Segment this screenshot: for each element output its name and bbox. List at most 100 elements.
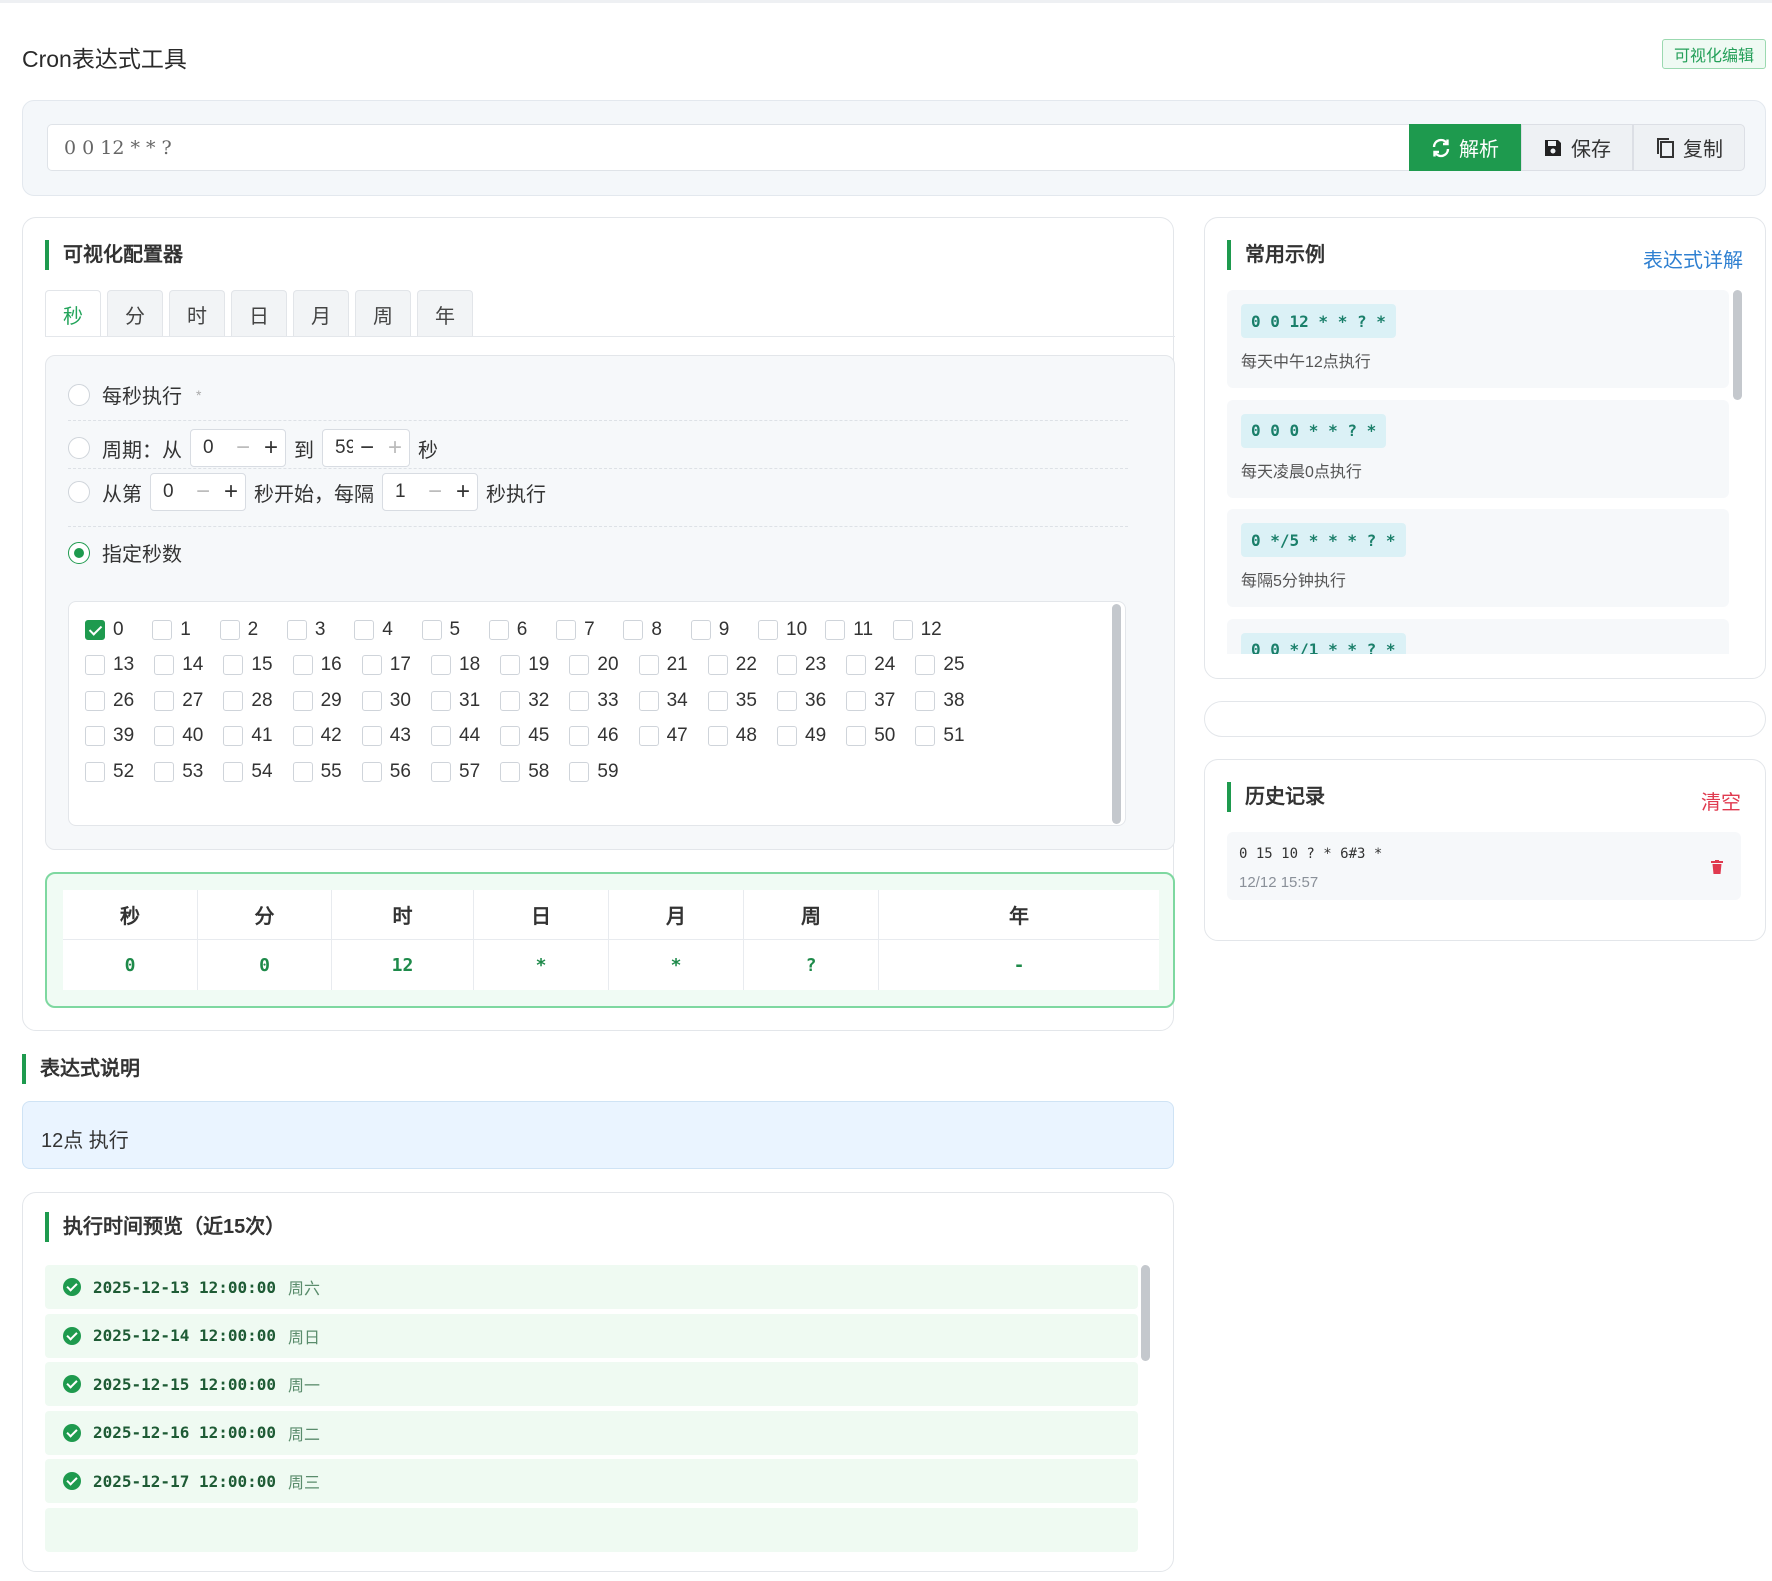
parse-button[interactable]: 解析 <box>1409 124 1521 171</box>
radio-step[interactable] <box>68 481 90 503</box>
checkbox-box[interactable] <box>846 726 867 746</box>
checkbox-box[interactable] <box>85 691 105 711</box>
second-checkbox[interactable]: 40 <box>154 725 203 747</box>
second-checkbox[interactable]: 58 <box>500 761 549 783</box>
checkbox-box[interactable] <box>361 655 382 675</box>
tab-5[interactable]: 周 <box>355 290 411 337</box>
increment-icon[interactable]: + <box>449 478 477 506</box>
second-checkbox[interactable]: 48 <box>707 725 757 747</box>
second-checkbox[interactable]: 59 <box>569 761 619 783</box>
checkbox-box[interactable] <box>292 691 313 711</box>
second-checkbox[interactable]: 23 <box>777 654 826 676</box>
checkbox-box[interactable] <box>219 620 240 640</box>
example-item[interactable]: 0 0 0 * * ? * 每天凌晨0点执行 <box>1227 399 1729 498</box>
checkbox-box[interactable] <box>286 620 307 640</box>
second-checkbox[interactable]: 19 <box>500 654 549 676</box>
option-every[interactable]: 每秒执行 * <box>68 380 201 409</box>
checkbox-box[interactable] <box>690 620 711 640</box>
second-checkbox[interactable]: 33 <box>569 690 619 712</box>
checkbox-box[interactable] <box>431 762 451 782</box>
examples-scrollbar[interactable] <box>1733 290 1742 400</box>
second-checkbox[interactable]: 38 <box>915 690 965 712</box>
range-to-stepper[interactable]: 59− + <box>322 429 410 467</box>
preview-scrollbar[interactable] <box>1141 1265 1150 1361</box>
checkbox-box[interactable] <box>846 691 867 711</box>
checkbox-box[interactable] <box>354 620 375 640</box>
checkbox-box[interactable] <box>421 620 442 640</box>
second-checkbox[interactable]: 29 <box>292 690 342 712</box>
checkbox-box[interactable] <box>915 726 936 746</box>
history-item[interactable]: 0 15 10 ? * 6#3 * 12/12 15:57 <box>1227 832 1741 900</box>
checkbox-box[interactable] <box>707 655 728 675</box>
checkbox-box[interactable] <box>707 726 728 746</box>
tab-4[interactable]: 月 <box>293 290 349 337</box>
checkbox-box[interactable] <box>431 655 451 675</box>
checkbox-box[interactable] <box>154 691 175 711</box>
second-checkbox[interactable]: 54 <box>223 761 273 783</box>
checkbox-box[interactable] <box>85 726 105 746</box>
checkbox-box[interactable] <box>223 655 244 675</box>
checkbox-box[interactable] <box>846 655 867 675</box>
second-checkbox[interactable]: 20 <box>569 654 619 676</box>
checkbox-box[interactable] <box>154 655 175 675</box>
checkbox-box[interactable] <box>500 726 521 746</box>
checkbox-box[interactable] <box>638 691 659 711</box>
checkbox-box[interactable] <box>85 762 105 782</box>
second-checkbox[interactable]: 43 <box>361 725 411 747</box>
tab-3[interactable]: 日 <box>231 290 287 337</box>
radio-range[interactable] <box>68 437 90 459</box>
second-checkbox[interactable]: 44 <box>431 725 480 747</box>
checkbox-box[interactable] <box>154 726 175 746</box>
second-checkbox[interactable]: 24 <box>846 654 895 676</box>
checkbox-box[interactable] <box>223 762 244 782</box>
save-button[interactable]: 保存 <box>1521 124 1633 171</box>
radio-specific[interactable] <box>68 541 90 564</box>
checkbox-box[interactable] <box>152 620 173 640</box>
second-checkbox[interactable]: 52 <box>85 761 134 783</box>
second-checkbox[interactable]: 57 <box>431 761 480 783</box>
tab-2[interactable]: 时 <box>169 290 225 337</box>
second-checkbox[interactable]: 53 <box>154 761 203 783</box>
second-checkbox[interactable]: 26 <box>85 690 134 712</box>
checkbox-box[interactable] <box>488 620 509 640</box>
second-checkbox[interactable]: 32 <box>500 690 549 712</box>
clear-history-button[interactable]: 清空 <box>1701 786 1741 815</box>
checkbox-box[interactable] <box>915 691 936 711</box>
second-checkbox[interactable]: 6 <box>488 619 527 641</box>
second-checkbox[interactable]: 41 <box>223 725 273 747</box>
checkbox-box[interactable] <box>569 762 590 782</box>
checkbox-box[interactable] <box>777 655 797 675</box>
second-checkbox[interactable]: 7 <box>556 619 595 641</box>
checkbox-box[interactable] <box>777 726 797 746</box>
second-checkbox[interactable]: 9 <box>690 619 729 641</box>
radio-every[interactable] <box>68 383 90 406</box>
second-checkbox[interactable]: 12 <box>892 619 942 641</box>
checkbox-box[interactable] <box>361 726 382 746</box>
checkbox-box[interactable] <box>825 620 846 640</box>
checkbox-box[interactable] <box>292 726 313 746</box>
example-item[interactable]: 0 0 */1 * * ? * <box>1227 618 1729 654</box>
second-checkbox[interactable]: 45 <box>500 725 549 747</box>
seconds-scrollbar[interactable] <box>1112 604 1121 824</box>
checkbox-box[interactable] <box>361 691 382 711</box>
step-interval-stepper[interactable]: 1− + <box>382 473 478 511</box>
second-checkbox[interactable]: 42 <box>292 725 342 747</box>
checkbox-box[interactable] <box>707 691 728 711</box>
second-checkbox[interactable]: 31 <box>431 690 480 712</box>
second-checkbox[interactable]: 11 <box>825 619 873 641</box>
checkbox-box[interactable] <box>569 691 590 711</box>
second-checkbox[interactable]: 55 <box>292 761 342 783</box>
second-checkbox[interactable]: 34 <box>638 690 688 712</box>
checkbox-box[interactable] <box>431 726 451 746</box>
checkbox-box[interactable] <box>361 762 382 782</box>
second-checkbox[interactable]: 16 <box>292 654 342 676</box>
decrement-icon[interactable]: − <box>189 478 217 506</box>
checkbox-box[interactable] <box>623 620 644 640</box>
increment-icon[interactable]: + <box>257 434 285 462</box>
second-checkbox[interactable]: 39 <box>85 725 134 747</box>
checkbox-box[interactable] <box>223 691 244 711</box>
second-checkbox[interactable]: 37 <box>846 690 895 712</box>
second-checkbox[interactable]: 25 <box>915 654 965 676</box>
checkbox-box[interactable] <box>638 726 659 746</box>
second-checkbox[interactable]: 10 <box>758 619 807 641</box>
